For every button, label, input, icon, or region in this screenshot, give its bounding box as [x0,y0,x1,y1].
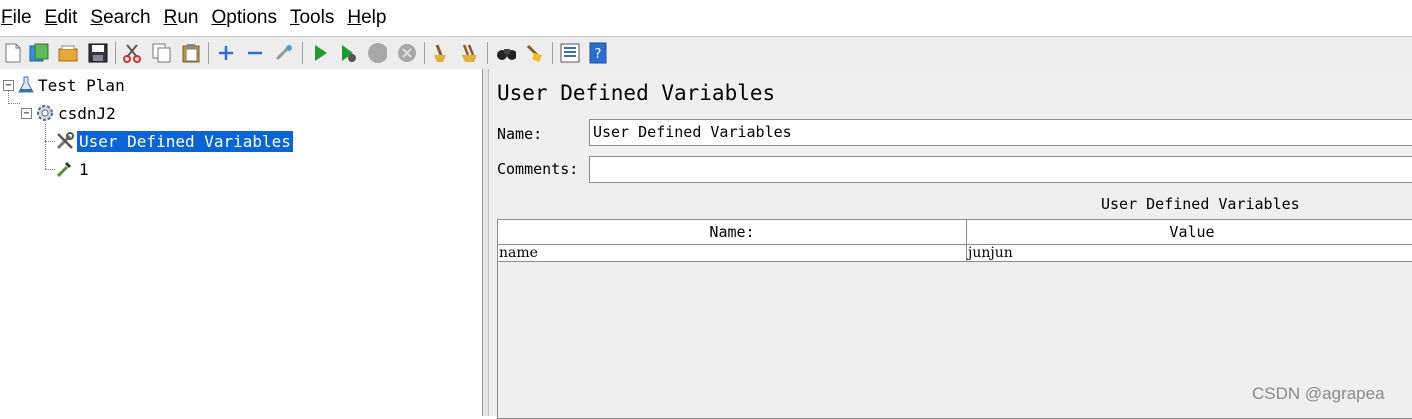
menu-options[interactable]: Options [211,7,276,29]
panel-title: User Defined Variables [497,81,776,105]
menu-edit-label: dit [57,7,78,28]
start-no-pauses-icon[interactable] [338,43,358,63]
config-panel: User Defined Variables Name: User Define… [489,69,1412,419]
search-icon[interactable] [496,43,516,63]
menu-search-mnemonic: S [90,7,104,28]
collapse-icon[interactable] [245,43,265,63]
menu-run[interactable]: Run [164,7,199,29]
menu-file-label: ile [12,7,32,28]
menu-help-label: elp [361,7,387,28]
cut-icon[interactable] [122,43,142,63]
collapse-test-plan-icon[interactable]: − [3,80,14,91]
menu-options-mnemonic: O [211,7,227,28]
paste-icon[interactable] [181,43,201,63]
new-icon[interactable] [3,43,23,63]
column-header-value[interactable]: Value [967,220,1412,245]
menu-tools[interactable]: Tools [290,7,334,29]
stop-icon[interactable] [367,43,387,63]
svg-text:?: ? [595,47,602,62]
menu-search[interactable]: Search [90,7,150,29]
templates-icon[interactable] [29,43,49,63]
clear-all-icon[interactable] [460,43,480,63]
menu-file[interactable]: File [1,7,32,29]
pipette-icon [55,159,73,179]
menu-help[interactable]: Help [347,7,386,29]
table-title: User Defined Variables [1101,195,1300,213]
function-helper-icon[interactable] [560,43,580,63]
open-icon[interactable] [58,43,78,63]
toolbar: ? [0,36,1412,70]
menu-file-mnemonic: F [1,7,13,28]
cell-value[interactable]: junjun [967,245,1412,262]
menu-search-label: earch [103,7,151,28]
comments-label: Comments: [497,160,579,178]
menu-bar: File Edit Search Run Options Tools Help [0,0,1412,36]
name-field[interactable]: User Defined Variables [589,119,1412,146]
name-label: Name: [497,125,543,143]
menu-help-mnemonic: H [347,7,362,28]
help-icon[interactable]: ? [588,42,608,64]
watermark: CSDN @agrapea [1252,384,1385,403]
toggle-icon[interactable] [274,43,294,63]
column-header-name[interactable]: Name: [498,220,967,245]
menu-edit-mnemonic: E [44,7,58,28]
shutdown-icon[interactable] [397,43,417,63]
menu-run-mnemonic: R [163,7,178,28]
start-icon[interactable] [310,43,330,63]
reset-search-icon[interactable] [525,43,545,63]
menu-run-label: un [177,7,199,28]
test-plan-icon [18,75,34,95]
tree-node-label: Test Plan [38,75,125,95]
clear-icon[interactable] [431,43,451,63]
menu-options-label: ptions [226,7,277,28]
comments-field[interactable] [589,156,1412,183]
menu-tools-label: ools [299,7,335,28]
save-icon[interactable] [88,43,108,63]
gear-icon [36,104,54,122]
collapse-thread-group-icon[interactable]: − [21,108,32,119]
tree-node-test-plan[interactable]: Test Plan [18,73,125,97]
tree-node-label: 1 [79,159,89,179]
menu-edit[interactable]: Edit [45,7,78,29]
tree-node-label: User Defined Variables [77,130,293,152]
test-plan-tree: − Test Plan − csdnJ2 User Defined Variab… [0,69,483,416]
tree-node-thread-group[interactable]: csdnJ2 [36,101,116,125]
cell-name[interactable]: name [498,245,967,262]
tree-node-sampler[interactable]: 1 [55,157,89,181]
tree-node-label: csdnJ2 [58,103,116,123]
wrench-icon [55,131,75,151]
copy-icon[interactable] [152,43,172,63]
expand-icon[interactable] [216,43,236,63]
tree-node-user-defined-variables[interactable]: User Defined Variables [55,129,293,153]
